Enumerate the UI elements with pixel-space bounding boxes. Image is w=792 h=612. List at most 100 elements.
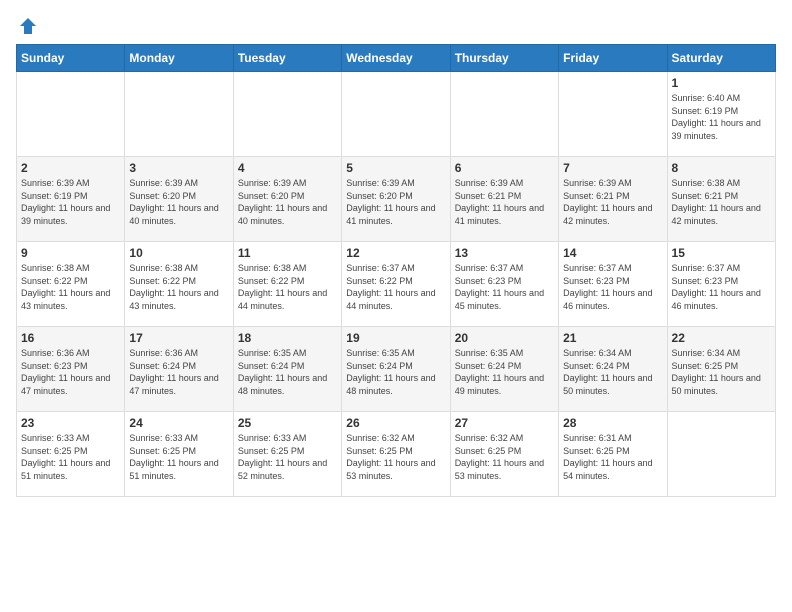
calendar-cell: 8 Sunrise: 6:38 AM Sunset: 6:21 PM Daylig… xyxy=(667,157,775,242)
day-number: 21 xyxy=(563,331,662,345)
calendar-cell xyxy=(17,72,125,157)
day-number: 12 xyxy=(346,246,445,260)
calendar-cell: 20 Sunrise: 6:35 AM Sunset: 6:24 PM Dayli… xyxy=(450,327,558,412)
day-number: 26 xyxy=(346,416,445,430)
calendar-cell: 4 Sunrise: 6:39 AM Sunset: 6:20 PM Daylig… xyxy=(233,157,341,242)
calendar-cell xyxy=(233,72,341,157)
logo xyxy=(16,16,38,36)
calendar-table: SundayMondayTuesdayWednesdayThursdayFrid… xyxy=(16,44,776,497)
day-number: 3 xyxy=(129,161,228,175)
day-info: Sunrise: 6:38 AM Sunset: 6:21 PM Dayligh… xyxy=(672,177,771,227)
calendar-cell xyxy=(559,72,667,157)
day-info: Sunrise: 6:36 AM Sunset: 6:24 PM Dayligh… xyxy=(129,347,228,397)
day-info: Sunrise: 6:35 AM Sunset: 6:24 PM Dayligh… xyxy=(455,347,554,397)
calendar-cell: 3 Sunrise: 6:39 AM Sunset: 6:20 PM Daylig… xyxy=(125,157,233,242)
calendar-cell: 15 Sunrise: 6:37 AM Sunset: 6:23 PM Dayli… xyxy=(667,242,775,327)
day-number: 8 xyxy=(672,161,771,175)
calendar-cell: 5 Sunrise: 6:39 AM Sunset: 6:20 PM Daylig… xyxy=(342,157,450,242)
day-number: 28 xyxy=(563,416,662,430)
day-number: 13 xyxy=(455,246,554,260)
day-number: 14 xyxy=(563,246,662,260)
calendar-cell: 9Sunrise: 6:38 AM Sunset: 6:22 PM Daylig… xyxy=(17,242,125,327)
day-info: Sunrise: 6:39 AM Sunset: 6:21 PM Dayligh… xyxy=(455,177,554,227)
page-header xyxy=(16,16,776,36)
weekday-header-cell: Sunday xyxy=(17,45,125,72)
logo-icon xyxy=(18,16,38,36)
calendar-cell: 21 Sunrise: 6:34 AM Sunset: 6:24 PM Dayli… xyxy=(559,327,667,412)
day-info: Sunrise: 6:32 AM Sunset: 6:25 PM Dayligh… xyxy=(346,432,445,482)
day-number: 5 xyxy=(346,161,445,175)
day-number: 23 xyxy=(21,416,120,430)
calendar-cell: 26 Sunrise: 6:32 AM Sunset: 6:25 PM Dayli… xyxy=(342,412,450,497)
calendar-cell: 28Sunrise: 6:31 AM Sunset: 6:25 PM Dayli… xyxy=(559,412,667,497)
day-number: 7 xyxy=(563,161,662,175)
day-info: Sunrise: 6:37 AM Sunset: 6:22 PM Dayligh… xyxy=(346,262,445,312)
day-number: 17 xyxy=(129,331,228,345)
day-number: 16 xyxy=(21,331,120,345)
day-number: 6 xyxy=(455,161,554,175)
day-number: 11 xyxy=(238,246,337,260)
calendar-week-row: 1 Sunrise: 6:40 AM Sunset: 6:19 PM Daylig… xyxy=(17,72,776,157)
calendar-cell: 16 Sunrise: 6:36 AM Sunset: 6:23 PM Dayli… xyxy=(17,327,125,412)
calendar-cell xyxy=(125,72,233,157)
calendar-body: 1 Sunrise: 6:40 AM Sunset: 6:19 PM Daylig… xyxy=(17,72,776,497)
day-info: Sunrise: 6:38 AM Sunset: 6:22 PM Dayligh… xyxy=(129,262,228,312)
day-number: 25 xyxy=(238,416,337,430)
day-info: Sunrise: 6:33 AM Sunset: 6:25 PM Dayligh… xyxy=(238,432,337,482)
calendar-cell: 25 Sunrise: 6:33 AM Sunset: 6:25 PM Dayli… xyxy=(233,412,341,497)
calendar-cell: 2 Sunrise: 6:39 AM Sunset: 6:19 PM Daylig… xyxy=(17,157,125,242)
weekday-header-cell: Friday xyxy=(559,45,667,72)
day-info: Sunrise: 6:33 AM Sunset: 6:25 PM Dayligh… xyxy=(129,432,228,482)
calendar-cell: 17 Sunrise: 6:36 AM Sunset: 6:24 PM Dayli… xyxy=(125,327,233,412)
calendar-cell: 7 Sunrise: 6:39 AM Sunset: 6:21 PM Daylig… xyxy=(559,157,667,242)
calendar-cell: 24 Sunrise: 6:33 AM Sunset: 6:25 PM Dayli… xyxy=(125,412,233,497)
weekday-header-cell: Wednesday xyxy=(342,45,450,72)
day-number: 18 xyxy=(238,331,337,345)
day-info: Sunrise: 6:32 AM Sunset: 6:25 PM Dayligh… xyxy=(455,432,554,482)
weekday-header-cell: Monday xyxy=(125,45,233,72)
day-number: 22 xyxy=(672,331,771,345)
day-info: Sunrise: 6:39 AM Sunset: 6:20 PM Dayligh… xyxy=(129,177,228,227)
calendar-cell: 11 Sunrise: 6:38 AM Sunset: 6:22 PM Dayli… xyxy=(233,242,341,327)
calendar-cell: 6 Sunrise: 6:39 AM Sunset: 6:21 PM Daylig… xyxy=(450,157,558,242)
day-info: Sunrise: 6:34 AM Sunset: 6:24 PM Dayligh… xyxy=(563,347,662,397)
day-number: 10 xyxy=(129,246,228,260)
weekday-header-row: SundayMondayTuesdayWednesdayThursdayFrid… xyxy=(17,45,776,72)
calendar-cell xyxy=(342,72,450,157)
day-info: Sunrise: 6:39 AM Sunset: 6:19 PM Dayligh… xyxy=(21,177,120,227)
day-number: 2 xyxy=(21,161,120,175)
calendar-cell: 12 Sunrise: 6:37 AM Sunset: 6:22 PM Dayli… xyxy=(342,242,450,327)
calendar-cell: 10 Sunrise: 6:38 AM Sunset: 6:22 PM Dayli… xyxy=(125,242,233,327)
day-info: Sunrise: 6:34 AM Sunset: 6:25 PM Dayligh… xyxy=(672,347,771,397)
weekday-header-cell: Saturday xyxy=(667,45,775,72)
day-number: 15 xyxy=(672,246,771,260)
day-number: 19 xyxy=(346,331,445,345)
day-number: 1 xyxy=(672,76,771,90)
day-number: 20 xyxy=(455,331,554,345)
day-info: Sunrise: 6:39 AM Sunset: 6:21 PM Dayligh… xyxy=(563,177,662,227)
calendar-cell: 22 Sunrise: 6:34 AM Sunset: 6:25 PM Dayli… xyxy=(667,327,775,412)
day-info: Sunrise: 6:38 AM Sunset: 6:22 PM Dayligh… xyxy=(21,262,120,312)
weekday-header-cell: Thursday xyxy=(450,45,558,72)
calendar-cell: 1 Sunrise: 6:40 AM Sunset: 6:19 PM Daylig… xyxy=(667,72,775,157)
calendar-cell: 18Sunrise: 6:35 AM Sunset: 6:24 PM Dayli… xyxy=(233,327,341,412)
day-number: 24 xyxy=(129,416,228,430)
day-number: 4 xyxy=(238,161,337,175)
calendar-week-row: 2 Sunrise: 6:39 AM Sunset: 6:19 PM Daylig… xyxy=(17,157,776,242)
day-info: Sunrise: 6:37 AM Sunset: 6:23 PM Dayligh… xyxy=(563,262,662,312)
weekday-header-cell: Tuesday xyxy=(233,45,341,72)
calendar-cell: 13 Sunrise: 6:37 AM Sunset: 6:23 PM Dayli… xyxy=(450,242,558,327)
day-info: Sunrise: 6:38 AM Sunset: 6:22 PM Dayligh… xyxy=(238,262,337,312)
calendar-cell: 27 Sunrise: 6:32 AM Sunset: 6:25 PM Dayli… xyxy=(450,412,558,497)
calendar-cell xyxy=(667,412,775,497)
day-info: Sunrise: 6:40 AM Sunset: 6:19 PM Dayligh… xyxy=(672,92,771,142)
calendar-week-row: 16 Sunrise: 6:36 AM Sunset: 6:23 PM Dayli… xyxy=(17,327,776,412)
day-info: Sunrise: 6:37 AM Sunset: 6:23 PM Dayligh… xyxy=(672,262,771,312)
day-number: 27 xyxy=(455,416,554,430)
calendar-cell: 19Sunrise: 6:35 AM Sunset: 6:24 PM Dayli… xyxy=(342,327,450,412)
calendar-week-row: 9Sunrise: 6:38 AM Sunset: 6:22 PM Daylig… xyxy=(17,242,776,327)
day-info: Sunrise: 6:37 AM Sunset: 6:23 PM Dayligh… xyxy=(455,262,554,312)
day-info: Sunrise: 6:39 AM Sunset: 6:20 PM Dayligh… xyxy=(346,177,445,227)
day-info: Sunrise: 6:39 AM Sunset: 6:20 PM Dayligh… xyxy=(238,177,337,227)
day-info: Sunrise: 6:36 AM Sunset: 6:23 PM Dayligh… xyxy=(21,347,120,397)
